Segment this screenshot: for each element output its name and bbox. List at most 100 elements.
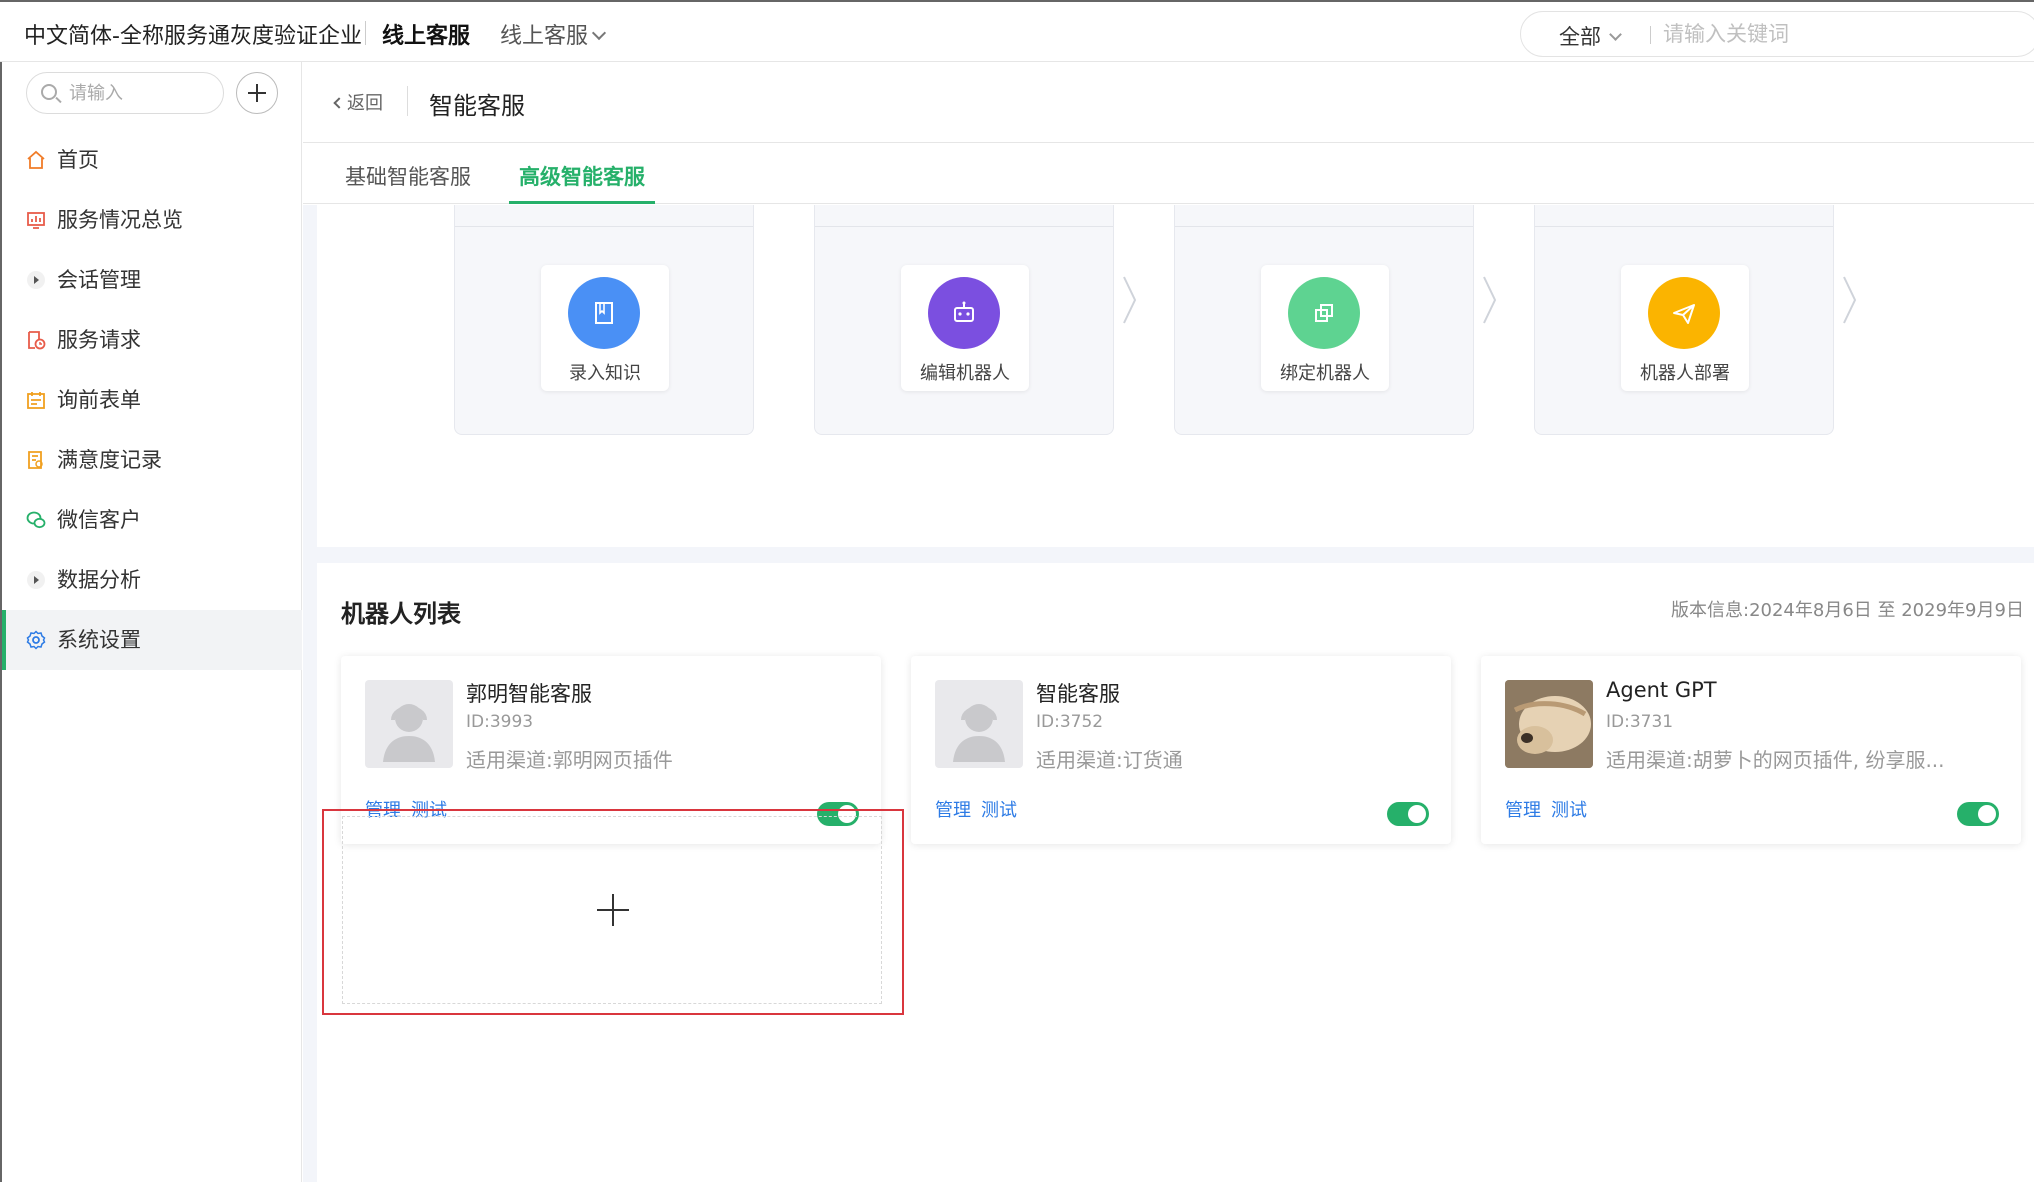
page-header: 返回 智能客服 <box>303 62 2034 143</box>
search-scope-dropdown[interactable]: 全部 <box>1559 21 1622 51</box>
robot-id: ID:3731 <box>1606 712 1674 732</box>
back-label: 返回 <box>347 93 383 114</box>
divider <box>1650 26 1651 44</box>
robot-id: ID:3752 <box>1036 712 1104 732</box>
robot-list-title: 机器人列表 <box>341 600 461 628</box>
robot-channel: 适用渠道:胡萝卜的网页插件, 纷享服... <box>1606 748 1945 772</box>
sidebar-item-service-requests[interactable]: 服务请求 <box>2 310 302 370</box>
robot-name: 智能客服 <box>1036 682 1120 706</box>
add-button[interactable] <box>236 72 278 114</box>
default-avatar-icon <box>935 680 1023 768</box>
add-robot-highlight <box>322 809 904 1015</box>
sidebar: 首页 服务情况总览 会话管理 服务请求 询前表单 满意度记录 微信客户 数据分 <box>0 62 302 1182</box>
main-content: 返回 智能客服 基础智能客服 高级智能客服 录入知识 编辑机器人 绑定机器人 机… <box>303 62 2034 1182</box>
product-name: 线上客服 <box>382 24 471 49</box>
add-robot-button[interactable] <box>342 816 882 1004</box>
sidebar-item-data-analysis[interactable]: 数据分析 <box>2 550 302 610</box>
divider <box>407 86 408 116</box>
robot-card: 智能客服 ID:3752 适用渠道:订货通 管理 测试 <box>911 656 1451 844</box>
sidebar-item-label: 微信客户 <box>57 508 141 532</box>
flow-step-bind-robot[interactable]: 绑定机器人 <box>1261 265 1389 391</box>
section-divider <box>317 547 2034 563</box>
flow-step: 录入知识 <box>454 205 754 435</box>
flow-step-deploy-robot[interactable]: 机器人部署 <box>1621 265 1749 391</box>
tab-basic-ai-service[interactable]: 基础智能客服 <box>345 161 471 204</box>
manage-link[interactable]: 管理 <box>935 800 971 821</box>
back-button[interactable]: 返回 <box>333 89 383 115</box>
chevron-down-icon <box>591 25 607 41</box>
sidebar-item-label: 系统设置 <box>57 628 141 652</box>
robot-enable-toggle[interactable] <box>1387 802 1429 826</box>
sidebar-item-label: 满意度记录 <box>57 448 162 472</box>
flow-step: 编辑机器人 <box>814 205 1114 435</box>
version-range: 2024年8月6日 至 2029年9月9日 <box>1749 600 2024 621</box>
keyword-search-input[interactable] <box>1663 20 2023 48</box>
robot-actions: 管理 测试 <box>935 796 1027 822</box>
dashboard-icon <box>27 212 45 229</box>
flow-step-label: 录入知识 <box>569 363 641 384</box>
sidebar-search-input[interactable] <box>69 81 209 105</box>
robot-channel: 适用渠道:郭明网页插件 <box>466 748 673 772</box>
robot-enable-toggle[interactable] <box>1957 802 1999 826</box>
sidebar-menu: 首页 服务情况总览 会话管理 服务请求 询前表单 满意度记录 微信客户 数据分析… <box>2 130 302 670</box>
sidebar-item-sessions[interactable]: 会话管理 <box>2 250 302 310</box>
calendar-form-icon <box>27 392 45 409</box>
rating-doc-icon <box>28 451 43 469</box>
home-icon <box>27 150 45 169</box>
gear-icon <box>26 630 46 650</box>
sidebar-item-label: 数据分析 <box>57 568 141 592</box>
robot-actions: 管理 测试 <box>1505 796 1597 822</box>
caret-right-icon <box>27 271 45 289</box>
version-info: 版本信息:2024年8月6日 至 2029年9月9日 <box>1671 596 2024 622</box>
send-icon <box>1648 277 1720 349</box>
sidebar-item-home[interactable]: 首页 <box>2 130 302 190</box>
tab-bar: 基础智能客服 高级智能客服 <box>303 143 2034 204</box>
chevron-right-icon <box>1483 276 1497 324</box>
global-search: 全部 <box>1520 11 2034 57</box>
divider <box>365 21 366 45</box>
product-switch-dropdown[interactable]: 线上客服 <box>500 18 607 50</box>
bind-icon <box>1288 277 1360 349</box>
sidebar-item-overview[interactable]: 服务情况总览 <box>2 190 302 250</box>
search-scope-label: 全部 <box>1559 25 1601 49</box>
sidebar-item-system-settings[interactable]: 系统设置 <box>2 610 302 670</box>
search-icon <box>41 84 57 100</box>
manage-link[interactable]: 管理 <box>1505 800 1541 821</box>
chevron-left-icon <box>333 97 345 109</box>
test-link[interactable]: 测试 <box>1551 800 1587 821</box>
chevron-right-icon <box>1843 276 1857 324</box>
sidebar-item-wechat-customers[interactable]: 微信客户 <box>2 490 302 550</box>
sidebar-item-satisfaction[interactable]: 满意度记录 <box>2 430 302 490</box>
sidebar-search <box>26 72 224 114</box>
sidebar-item-label: 服务请求 <box>57 328 141 352</box>
setup-flow: 录入知识 编辑机器人 绑定机器人 机器人部署 <box>317 205 2034 547</box>
robot-name: 郭明智能客服 <box>466 682 592 706</box>
robot-icon <box>928 277 1000 349</box>
sidebar-item-label: 首页 <box>57 148 99 172</box>
test-link[interactable]: 测试 <box>981 800 1017 821</box>
sidebar-item-label: 服务情况总览 <box>57 208 183 232</box>
caret-right-icon <box>27 571 45 589</box>
robot-name: Agent GPT <box>1606 678 1717 702</box>
sidebar-item-label: 会话管理 <box>57 268 141 292</box>
sidebar-item-label: 询前表单 <box>57 388 141 412</box>
robot-channel: 适用渠道:订货通 <box>1036 748 1183 772</box>
tab-advanced-ai-service[interactable]: 高级智能客服 <box>509 161 655 204</box>
robot-card: Agent GPT ID:3731 适用渠道:胡萝卜的网页插件, 纷享服... … <box>1481 656 2021 844</box>
flow-step-enter-knowledge[interactable]: 录入知识 <box>541 265 669 391</box>
wechat-icon <box>26 511 46 529</box>
dog-photo <box>1505 680 1593 768</box>
company-name: 中文简体-全称服务通灰度验证企业 <box>24 24 362 49</box>
flow-step-label: 机器人部署 <box>1640 363 1730 384</box>
page-title: 智能客服 <box>429 92 525 120</box>
version-label: 版本信息: <box>1671 600 1750 621</box>
flow-step-edit-robot[interactable]: 编辑机器人 <box>901 265 1029 391</box>
chevron-down-icon <box>1609 28 1622 41</box>
chevron-right-icon <box>1123 276 1137 324</box>
robot-id: ID:3993 <box>466 712 534 732</box>
document-clock-icon <box>28 331 46 350</box>
sidebar-item-pre-chat-form[interactable]: 询前表单 <box>2 370 302 430</box>
content-gutter <box>303 205 317 1182</box>
flow-step-label: 绑定机器人 <box>1280 363 1370 384</box>
default-avatar-icon <box>365 680 453 768</box>
